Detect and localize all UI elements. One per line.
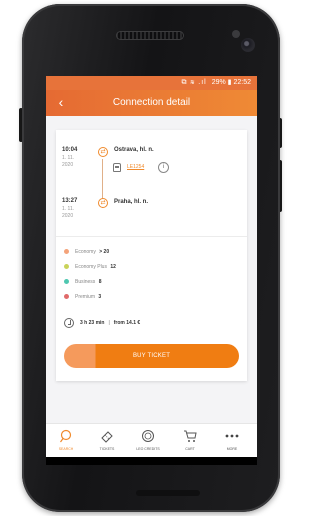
arrival-date-day: 1. 11. (62, 206, 75, 212)
train-info-button[interactable]: i (158, 162, 169, 173)
departure-date-day: 1. 11. (62, 155, 75, 161)
card-divider (56, 236, 247, 237)
phone-nav-bar (46, 457, 257, 465)
battery-icon: ▮ (227, 79, 232, 86)
more-icon (225, 434, 239, 438)
departure-stop-icon: ⇄ (98, 147, 108, 157)
nav-item-leo-credits[interactable]: LEO CREDITS (128, 426, 168, 456)
app-screen: ⧉ ≋ .ıl 29% ▮ 22:52 ‹ Connection detail … (46, 76, 257, 457)
class-count: 3 (98, 294, 102, 300)
economy-plus-dot-icon (64, 263, 69, 269)
credits-icon (142, 430, 154, 442)
search-icon (60, 429, 72, 443)
class-row-premium: Premium 3 (64, 293, 101, 301)
class-row-economy-plus: Economy Plus 12 (64, 263, 116, 271)
phone-camera (241, 38, 255, 52)
bottom-nav: SEARCH TICKETS LEO CREDITS CART MORE (46, 423, 257, 457)
cart-icon (184, 430, 197, 442)
clock-icon (64, 317, 74, 328)
nav-item-search[interactable]: SEARCH (46, 426, 86, 456)
trip-price: from 14.1 € (113, 320, 141, 326)
status-icons: ⧉ ≋ .ıl (181, 79, 207, 86)
info-icon: i (162, 164, 165, 170)
departure-station: Ostrava, hl. n. (114, 147, 154, 153)
nav-label: SEARCH (58, 447, 74, 451)
nav-label: MORE (226, 447, 238, 451)
premium-dot-icon (64, 293, 69, 299)
trip-duration: 3 h 23 min (80, 320, 105, 326)
arrival-time: 13:27 (62, 198, 78, 204)
page-title: Connection detail (112, 97, 191, 108)
nav-label: LEO CREDITS (136, 447, 160, 451)
departure-date-year: 2020 (62, 162, 74, 168)
economy-dot-icon (64, 248, 69, 254)
summary-separator: | (108, 320, 110, 326)
buy-ticket-button[interactable]: BUY TICKET (64, 344, 239, 368)
class-name: Business (75, 279, 96, 285)
class-name: Economy (75, 249, 96, 255)
nav-item-more[interactable]: MORE (212, 426, 252, 456)
status-bar: ⧉ ≋ .ıl 29% ▮ 22:52 (46, 76, 257, 90)
class-row-business: Business 8 (64, 278, 101, 286)
phone-earpiece (116, 31, 184, 40)
arrival-station: Praha, hl. n. (114, 199, 149, 205)
connection-card: 10:04 1. 11. 2020 ⇄ Ostrava, hl. n. LE12… (56, 130, 247, 381)
phone-bottom-speaker (136, 490, 200, 496)
status-time: 22:52 (233, 79, 251, 86)
business-dot-icon (64, 278, 69, 284)
class-count: 12 (110, 264, 116, 270)
arrival-date-year: 2020 (62, 213, 74, 219)
nav-label: CART (185, 447, 195, 451)
class-count: > 20 (99, 249, 110, 255)
class-name: Premium (75, 294, 96, 300)
nav-label: TICKETS (99, 447, 115, 451)
class-count: 8 (98, 279, 102, 285)
class-row-economy: Economy > 20 (64, 248, 109, 256)
phone-sensor (232, 30, 240, 38)
train-icon (113, 163, 121, 172)
train-number-link[interactable]: LE1254 (127, 164, 144, 170)
battery-level: 29% (211, 79, 226, 86)
ticket-icon (101, 431, 113, 443)
app-bar: ‹ Connection detail (46, 90, 257, 116)
nav-item-cart[interactable]: CART (170, 426, 210, 456)
trip-summary: 3 h 23 min | from 14.1 € (64, 317, 140, 329)
class-name: Economy Plus (75, 264, 107, 270)
arrival-stop-icon: ⇄ (98, 198, 108, 208)
nav-item-tickets[interactable]: TICKETS (87, 426, 127, 456)
departure-time: 10:04 (62, 147, 78, 153)
